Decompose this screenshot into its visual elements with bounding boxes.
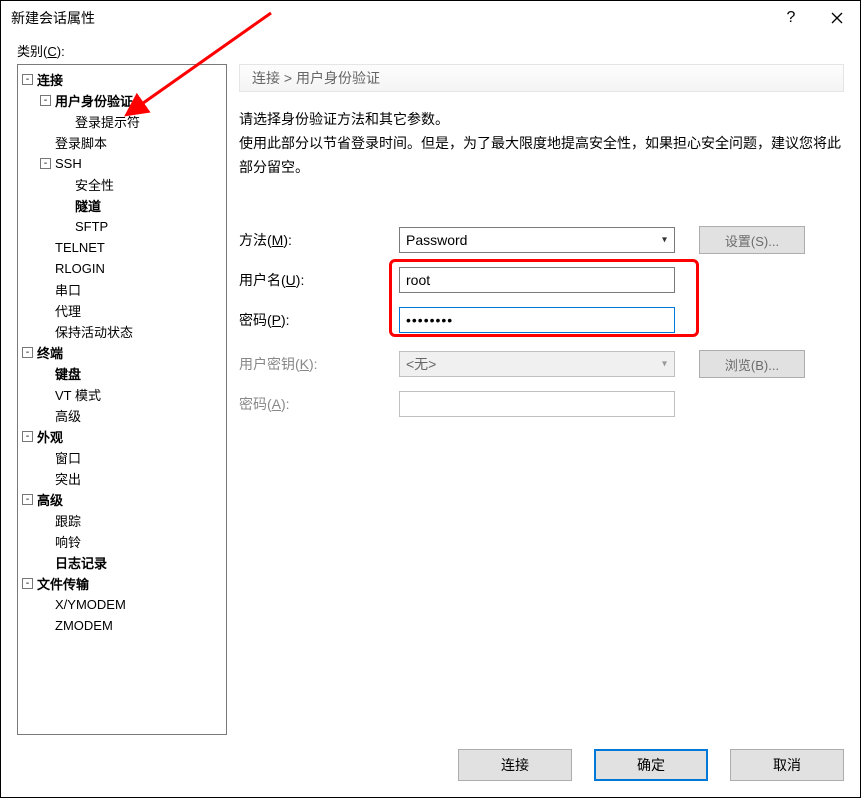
tree-node-highlight[interactable]: 突出 — [38, 468, 226, 489]
breadcrumb: 连接 > 用户身份验证 — [239, 64, 844, 92]
collapse-icon[interactable]: - — [40, 95, 51, 106]
browse-button[interactable]: 浏览(B)... — [699, 350, 805, 378]
collapse-icon[interactable]: - — [22, 494, 33, 505]
method-select[interactable] — [399, 227, 675, 253]
tree-node-sftp[interactable]: SFTP — [58, 216, 226, 237]
collapse-icon[interactable]: - — [40, 158, 51, 169]
tree-node-filetransfer[interactable]: -文件传输 X/YMODEM ZMODEM — [20, 573, 226, 636]
tree-node-keepalive[interactable]: 保持活动状态 — [38, 321, 226, 342]
close-icon — [831, 12, 843, 24]
tree-node-vt[interactable]: VT 模式 — [38, 384, 226, 405]
content-pane: 连接 > 用户身份验证 请选择身份验证方法和其它参数。 使用此部分以节省登录时间… — [239, 64, 844, 735]
row-password2: 密码(A): — [239, 389, 844, 419]
close-button[interactable] — [814, 1, 860, 35]
title-bar: 新建会话属性 ? — [1, 1, 860, 35]
username-input[interactable] — [399, 267, 675, 293]
tree-node-advanced[interactable]: -高级 跟踪 响铃 日志记录 — [20, 489, 226, 573]
label-password: 密码(P): — [239, 310, 399, 330]
tree-node-connection[interactable]: -连接 -用户身份验证 登录提示符 登录脚本 -SSH — [20, 69, 226, 342]
tree-node-tunnel[interactable]: 隧道 — [58, 195, 226, 216]
label-username: 用户名(U): — [239, 270, 399, 290]
panes: -连接 -用户身份验证 登录提示符 登录脚本 -SSH — [17, 64, 844, 735]
tree-node-ssh[interactable]: -SSH 安全性 隧道 SFTP — [38, 153, 226, 237]
tree-node-xymodem[interactable]: X/YMODEM — [38, 594, 226, 615]
tree-node-auth[interactable]: -用户身份验证 登录提示符 — [38, 90, 226, 132]
password-input[interactable] — [399, 307, 675, 333]
dialog-window: 新建会话属性 ? 类别(C): -连接 -用户身份验证 — [0, 0, 861, 798]
connect-button[interactable]: 连接 — [458, 749, 572, 781]
category-label: 类别(C): — [17, 41, 844, 60]
tree-node-window[interactable]: 窗口 — [38, 447, 226, 468]
tree-node-advanced-t[interactable]: 高级 — [38, 405, 226, 426]
category-label-text: 类别 — [17, 44, 43, 59]
tree-node-telnet[interactable]: TELNET — [38, 237, 226, 258]
ok-button[interactable]: 确定 — [594, 749, 708, 781]
help-button[interactable]: ? — [768, 1, 814, 35]
tree-node-bell[interactable]: 响铃 — [38, 531, 226, 552]
row-password: 密码(P): — [239, 305, 844, 335]
tree-node-terminal[interactable]: -终端 键盘 VT 模式 高级 — [20, 342, 226, 426]
settings-button[interactable]: 设置(S)... — [699, 226, 805, 254]
cancel-button[interactable]: 取消 — [730, 749, 844, 781]
tree-node-appearance[interactable]: -外观 窗口 突出 — [20, 426, 226, 489]
tree-node-serial[interactable]: 串口 — [38, 279, 226, 300]
row-username: 用户名(U): — [239, 265, 844, 295]
tree-node-login-prompt[interactable]: 登录提示符 — [58, 111, 226, 132]
label-method: 方法(M): — [239, 230, 399, 250]
tree-node-login-script[interactable]: 登录脚本 — [38, 132, 226, 153]
tree-node-rlogin[interactable]: RLOGIN — [38, 258, 226, 279]
tree-node-zmodem[interactable]: ZMODEM — [38, 615, 226, 636]
collapse-icon[interactable]: - — [22, 347, 33, 358]
instructions-line2: 使用此部分以节省登录时间。但是，为了最大限度地提高安全性，如果担心安全问题，建议… — [239, 132, 844, 180]
label-password2: 密码(A): — [239, 394, 399, 414]
dialog-body: 类别(C): - 连接 -用户身份验证 登录提示符 — [1, 35, 860, 797]
tree-node-proxy[interactable]: 代理 — [38, 300, 226, 321]
tree-node-trace[interactable]: 跟踪 — [38, 510, 226, 531]
instructions: 请选择身份验证方法和其它参数。 使用此部分以节省登录时间。但是，为了最大限度地提… — [239, 108, 844, 179]
collapse-icon[interactable]: - — [22, 74, 33, 85]
tree-node-keyboard[interactable]: 键盘 — [38, 363, 226, 384]
collapse-icon[interactable]: - — [22, 431, 33, 442]
row-method: 方法(M): ▾ 设置(S)... — [239, 225, 844, 255]
category-tree[interactable]: -连接 -用户身份验证 登录提示符 登录脚本 -SSH — [17, 64, 227, 735]
label-userkey: 用户密钥(K): — [239, 354, 399, 374]
footer-buttons: 连接 确定 取消 — [17, 735, 844, 781]
tree-node-logging[interactable]: 日志记录 — [38, 552, 226, 573]
form: 方法(M): ▾ 设置(S)... 用户名(U): 密码(P): — [239, 225, 844, 429]
password2-input — [399, 391, 675, 417]
collapse-icon[interactable]: - — [22, 578, 33, 589]
userkey-select — [399, 351, 675, 377]
window-title: 新建会话属性 — [11, 8, 768, 28]
tree-node-security[interactable]: 安全性 — [58, 174, 226, 195]
instructions-line1: 请选择身份验证方法和其它参数。 — [239, 108, 844, 132]
row-userkey: 用户密钥(K): ▾ 浏览(B)... — [239, 349, 844, 379]
category-hotkey: C — [47, 44, 56, 59]
